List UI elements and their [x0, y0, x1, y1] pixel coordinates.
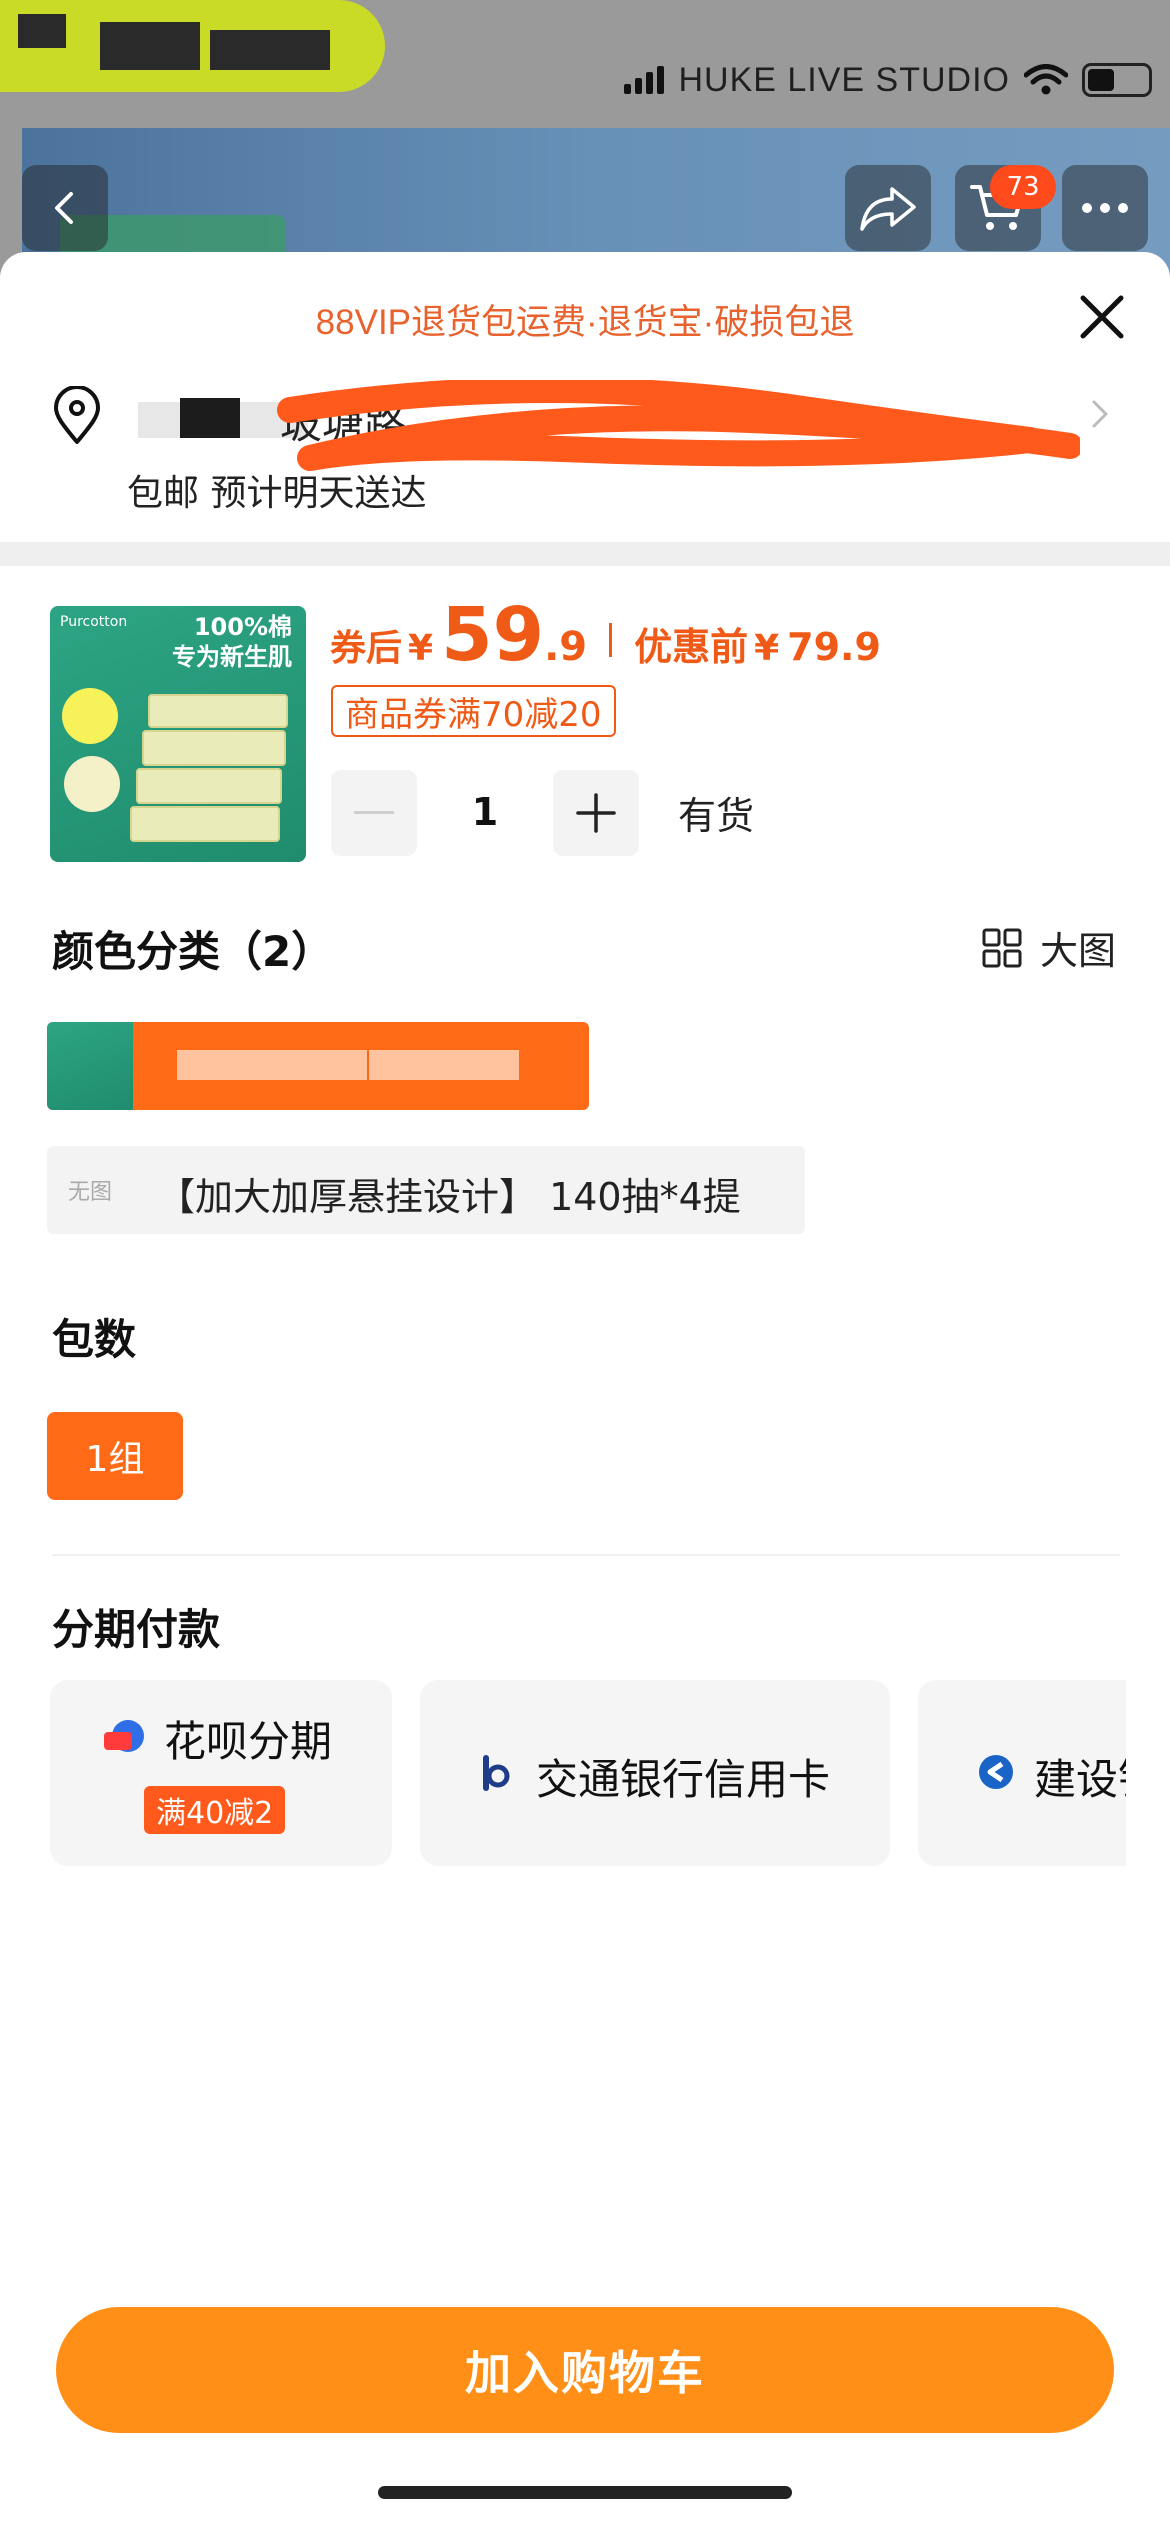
share-icon	[860, 187, 916, 231]
currency-symbol: ¥	[754, 628, 780, 669]
color-option-thumbnail	[47, 1022, 133, 1110]
installment-option-bocom[interactable]: 交通银行信用卡	[420, 1680, 890, 1866]
home-indicator	[378, 2486, 792, 2499]
section-divider	[0, 542, 1170, 566]
quantity-increase-button[interactable]	[553, 770, 639, 856]
no-image-placeholder: 无图	[67, 1180, 112, 1205]
section-divider	[52, 1554, 1120, 1556]
currency-symbol: ¥	[408, 628, 434, 669]
price-line: 券后 ¥ 59 .9 优惠前 ¥ 79.9	[330, 592, 881, 688]
installment-label: 交通银行信用卡	[536, 1755, 831, 1804]
grid-icon	[982, 928, 1022, 967]
quantity-value[interactable]: 1	[450, 790, 520, 834]
back-button[interactable]	[22, 165, 108, 251]
thumb-package	[136, 768, 282, 804]
price-separator	[609, 623, 613, 657]
package-section-title: 包数	[52, 1315, 137, 1364]
price-before-label: 优惠前	[634, 625, 749, 669]
more-dots-icon	[1082, 203, 1128, 213]
quantity-decrease-button[interactable]	[331, 770, 417, 856]
thumb-brand: Purcotton	[60, 614, 128, 630]
thumb-badge	[64, 756, 120, 812]
big-image-label: 大图	[1040, 929, 1117, 973]
bocom-logo-icon	[483, 1755, 510, 1791]
chevron-right-icon	[1092, 400, 1108, 428]
color-option-selected[interactable]	[47, 1022, 589, 1110]
thumb-package	[148, 694, 288, 728]
close-icon[interactable]	[1075, 290, 1129, 344]
price-after-coupon-integer: 59	[441, 592, 545, 678]
redaction	[210, 30, 330, 70]
price-after-coupon-label: 券后	[330, 628, 403, 669]
thumb-package	[130, 806, 280, 842]
installment-label: 建设银	[1034, 1755, 1126, 1804]
chevron-left-icon	[55, 192, 73, 224]
color-option-label: 【加大加厚悬挂设计】 140抽*4提	[157, 1175, 741, 1219]
option-text-redaction	[177, 1050, 367, 1080]
big-image-toggle[interactable]: 大图	[982, 920, 1116, 975]
redaction	[100, 22, 200, 70]
status-bar-right: HUKE LIVE STUDIO	[624, 60, 1152, 100]
ccb-logo-icon	[979, 1755, 1013, 1789]
thumb-tagline: 100%棉 专为新生肌	[172, 613, 292, 671]
installment-option-ccb[interactable]: 建设银	[918, 1680, 1126, 1866]
address-redaction	[180, 398, 240, 438]
watermark-text: HUKE LIVE STUDIO	[678, 60, 1010, 99]
installment-option-huabei[interactable]: 花呗分期 满40减2	[50, 1680, 392, 1866]
price-after-coupon-decimal: .9	[544, 624, 588, 670]
status-time-pill	[0, 0, 385, 92]
installment-promo-badge: 满40减2	[144, 1786, 286, 1834]
option-text-redaction	[369, 1050, 519, 1080]
package-option-selected[interactable]: 1组	[47, 1412, 183, 1500]
battery-icon	[1082, 63, 1152, 97]
share-button[interactable]	[845, 165, 931, 251]
color-option[interactable]: 无图 【加大加厚悬挂设计】 140抽*4提	[47, 1146, 805, 1234]
color-section-title: 颜色分类（2）	[52, 927, 334, 976]
huabei-icon	[104, 1720, 144, 1752]
stock-status: 有货	[678, 794, 755, 838]
minus-icon	[354, 811, 394, 814]
more-button[interactable]	[1062, 165, 1148, 251]
installment-section-title: 分期付款	[52, 1605, 221, 1654]
wifi-icon	[1024, 64, 1068, 95]
price-before-value: 79.9	[787, 625, 881, 669]
signal-icon	[624, 66, 665, 94]
cart-count-badge: 73	[990, 165, 1056, 209]
location-pin-icon	[54, 386, 100, 444]
address-row[interactable]: 玻塘路	[50, 380, 1120, 471]
installment-label: 花呗分期	[164, 1717, 333, 1766]
delivery-info: 包邮 预计明天送达	[127, 473, 427, 514]
sku-selection-sheet: 88VIP退货包运费·退货宝·破损包退 玻塘路 包邮 预计明天送达 Purcot…	[0, 252, 1170, 2532]
thumb-badge	[62, 688, 118, 744]
vip-benefits-banner: 88VIP退货包运费·退货宝·破损包退	[315, 303, 855, 342]
product-thumbnail[interactable]: Purcotton 100%棉 专为新生肌	[50, 606, 306, 862]
coupon-tag: 商品券满70减20	[331, 685, 616, 737]
thumb-package	[142, 730, 286, 766]
plus-icon	[576, 793, 616, 833]
add-to-cart-button[interactable]: 加入购物车	[56, 2307, 1114, 2433]
redaction	[18, 14, 66, 48]
